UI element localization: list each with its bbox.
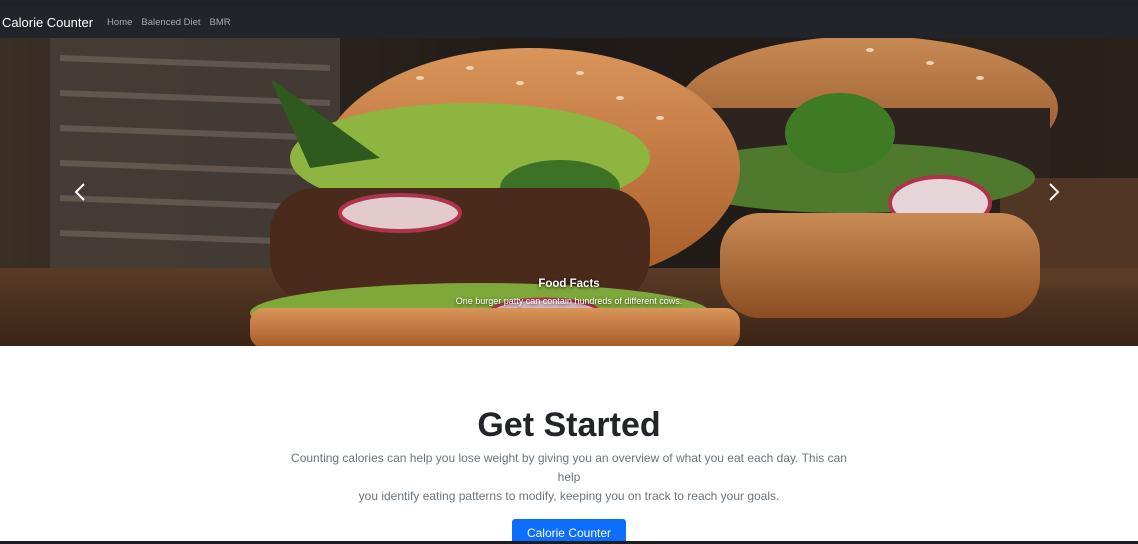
chevron-left-icon [74,183,85,201]
page-title: Get Started [477,406,661,444]
chevron-right-icon [1049,183,1060,201]
nav-link-balanced-diet[interactable]: Balenced Diet [141,17,200,28]
get-started-section: Get Started Counting calories can help y… [0,346,1138,544]
caption-title: Food Facts [538,278,600,290]
nav-link-home[interactable]: Home [107,17,132,28]
caption-text: One burger patty can contain hundreds of… [455,296,683,306]
nav-link-bmr[interactable]: BMR [210,17,231,28]
lead-line-1: Counting calories can help you lose weig… [291,451,847,484]
hero-carousel: Food Facts One burger patty can contain … [0,38,1138,346]
lead-line-2: you identify eating patterns to modify, … [358,489,780,503]
carousel-caption: Food Facts One burger patty can contain … [0,278,1138,306]
navbar-brand[interactable]: Calorie Counter [2,15,93,30]
navbar: Calorie Counter Home Balenced Diet BMR [0,6,1138,38]
lead-text: Counting calories can help you lose weig… [284,449,854,506]
